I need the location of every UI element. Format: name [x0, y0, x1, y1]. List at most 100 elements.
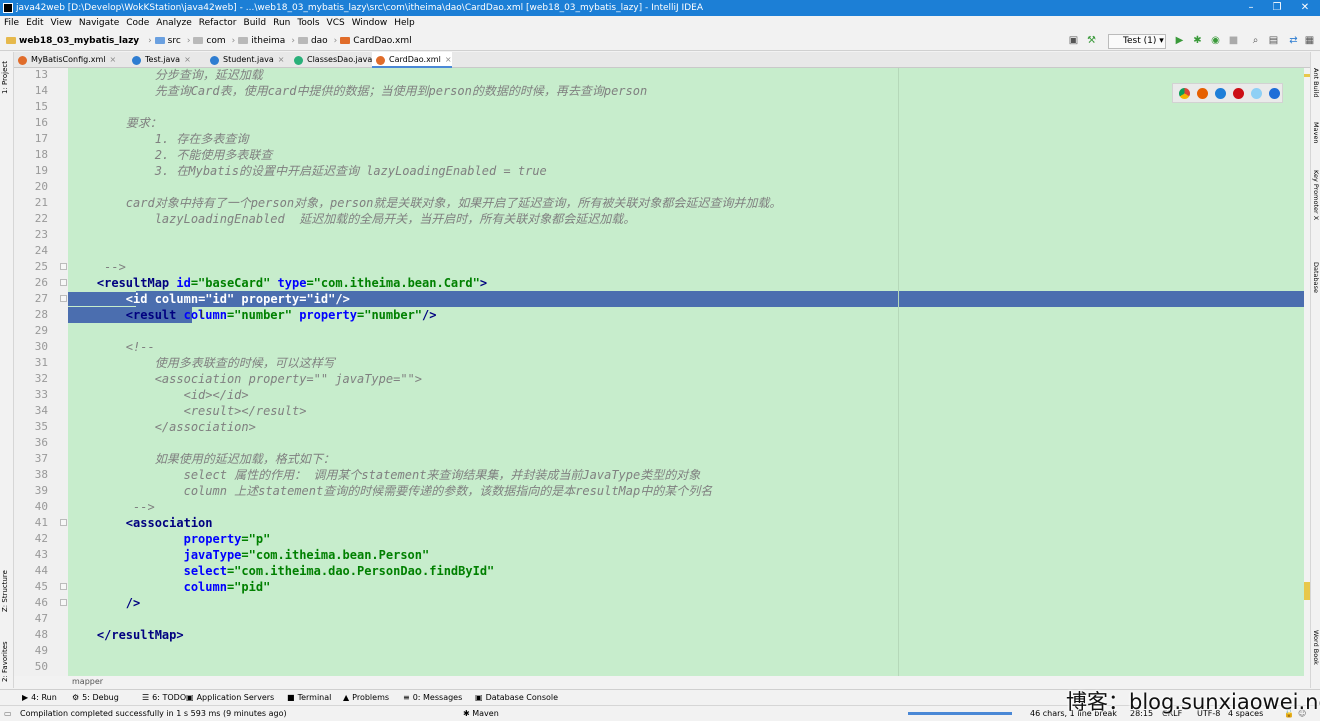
- tool-tab-application-servers[interactable]: ▣ Application Servers: [186, 690, 274, 706]
- code-line: card对象中持有了一个person对象，person就是关联对象，如果开启了延…: [68, 195, 1304, 211]
- close-tab-icon[interactable]: ×: [110, 55, 117, 64]
- hammer-icon[interactable]: ⚒: [1086, 35, 1097, 46]
- menu-tools[interactable]: Tools: [297, 18, 319, 28]
- tool-tab-0-messages[interactable]: ≡ 0: Messages: [403, 690, 462, 706]
- right-margin-guide: [898, 68, 899, 676]
- close-tab-icon[interactable]: ×: [184, 55, 191, 64]
- nav-crumb-src[interactable]: src: [154, 31, 181, 51]
- code-token: >: [479, 276, 488, 290]
- run-configuration-select[interactable]: Test (1) ▾: [1108, 34, 1166, 49]
- tool-tab-problems[interactable]: ▲ Problems: [343, 690, 389, 706]
- menu-file[interactable]: File: [4, 18, 19, 28]
- nav-crumb-carddao-xml[interactable]: CardDao.xml: [340, 31, 412, 51]
- maven-tool-tab[interactable]: Maven: [1312, 122, 1320, 144]
- fold-marker-icon[interactable]: [60, 279, 67, 286]
- line-number: 21: [34, 196, 48, 209]
- editor-tab-classesdao-java[interactable]: ClassesDao.java×: [290, 52, 383, 68]
- editor-tab-mybatisconfig-xml[interactable]: MyBatisConfig.xml ×: [14, 52, 126, 68]
- project-tool-tab[interactable]: 1: Project: [1, 61, 9, 94]
- safari-icon[interactable]: [1215, 88, 1226, 99]
- editor-scrollbar[interactable]: [1304, 68, 1310, 676]
- internet-explorer-icon[interactable]: [1251, 88, 1262, 99]
- minimize-button[interactable]: –: [1238, 0, 1264, 16]
- menu-run[interactable]: Run: [273, 18, 290, 28]
- fold-marker-icon[interactable]: [60, 599, 67, 606]
- tool-tab-4-run[interactable]: ▶ 4: Run: [22, 690, 57, 706]
- ant-build-tool-tab[interactable]: Ant Build: [1312, 68, 1320, 98]
- nav-crumb-dao[interactable]: dao: [297, 31, 328, 51]
- menu-analyze[interactable]: Analyze: [156, 18, 191, 28]
- breadcrumb-separator: ›: [148, 36, 152, 46]
- sdk-icon[interactable]: ▦: [1304, 35, 1315, 46]
- edge-icon[interactable]: [1269, 88, 1280, 99]
- chrome-icon[interactable]: [1179, 88, 1190, 99]
- database-tool-tab[interactable]: Database: [1312, 262, 1320, 293]
- stop-icon[interactable]: ■: [1228, 35, 1239, 46]
- code-line-text: select 属性的作用： 调用某个statement来查询结果集，并封装成当前…: [68, 468, 701, 482]
- debug-icon[interactable]: ✱: [1192, 35, 1203, 46]
- fold-marker-icon[interactable]: [60, 263, 67, 270]
- tool-tab-6-todo[interactable]: ☰ 6: TODO: [142, 690, 186, 706]
- code-token: select 属性的作用： 调用某个statement来查询结果集，并封装成当前…: [68, 468, 701, 482]
- menu-navigate[interactable]: Navigate: [79, 18, 119, 28]
- tab-label: Student.java: [223, 55, 274, 64]
- code-line-text: 使用多表联查的时候，可以这样写: [68, 356, 335, 370]
- nav-crumb-label: dao: [310, 36, 328, 46]
- menu-window[interactable]: Window: [352, 18, 388, 28]
- translate-icon[interactable]: ⇄: [1288, 35, 1299, 46]
- tool-icon: ☰: [142, 693, 150, 702]
- fold-marker-icon[interactable]: [60, 295, 67, 302]
- maximize-button[interactable]: ❐: [1264, 0, 1290, 16]
- menu-code[interactable]: Code: [126, 18, 149, 28]
- build-icon[interactable]: ▣: [1068, 35, 1079, 46]
- nav-crumb-com[interactable]: com: [193, 31, 226, 51]
- key-promoter-tool-tab[interactable]: Key Promoter X: [1312, 170, 1320, 220]
- nav-crumb-label: CardDao.xml: [353, 36, 412, 46]
- fold-marker-icon[interactable]: [60, 583, 67, 590]
- code-token: ="com.itheima.dao.PersonDao.findById": [226, 564, 495, 578]
- breadcrumb-mapper[interactable]: mapper: [72, 677, 103, 686]
- nav-crumb-itheima[interactable]: itheima: [238, 31, 285, 51]
- code-editor[interactable]: 分步查询，延迟加载 先查询Card表，使用card中提供的数据；当使用到pers…: [68, 68, 1304, 676]
- menu-refactor[interactable]: Refactor: [199, 18, 237, 28]
- tool-tab-terminal[interactable]: ■ Terminal: [287, 690, 331, 706]
- fold-marker-icon[interactable]: [60, 519, 67, 526]
- menu-view[interactable]: View: [51, 18, 72, 28]
- editor-tab-test-java[interactable]: Test.java ×: [128, 52, 204, 68]
- favorites-tool-tab[interactable]: 2: Favorites: [1, 641, 9, 682]
- status-layout-icon[interactable]: ▭: [4, 706, 12, 721]
- opera-icon[interactable]: [1233, 88, 1244, 99]
- code-line: property="p": [68, 531, 1304, 547]
- close-tab-icon[interactable]: ×: [278, 55, 285, 64]
- close-tab-icon[interactable]: ×: [445, 55, 452, 64]
- line-number: 23: [34, 228, 48, 241]
- menu-help[interactable]: Help: [394, 18, 415, 28]
- project-structure-icon[interactable]: ▤: [1268, 35, 1279, 46]
- line-number: 50: [34, 660, 48, 673]
- code-line-text: <id column="id" property="id"/>: [68, 292, 350, 306]
- nav-project[interactable]: web18_03_mybatis_lazy: [6, 31, 139, 51]
- editor-tab-carddao-xml[interactable]: CardDao.xml ×: [372, 52, 452, 68]
- tool-tab-database-console[interactable]: ▣ Database Console: [475, 690, 558, 706]
- code-token: javaType: [183, 548, 242, 562]
- editor-tab-student-java[interactable]: Student.java ×: [206, 52, 288, 68]
- menu-vcs[interactable]: VCS: [327, 18, 345, 28]
- run-icon[interactable]: ▶: [1174, 35, 1185, 46]
- structure-tool-tab[interactable]: Z: Structure: [1, 570, 9, 612]
- line-number: 29: [34, 324, 48, 337]
- line-number: 43: [34, 548, 48, 561]
- tool-tab-5-debug[interactable]: ⚙ 5: Debug: [72, 690, 119, 706]
- maven-status[interactable]: ✱ Maven: [463, 706, 499, 721]
- menu-edit[interactable]: Edit: [26, 18, 43, 28]
- tab-label: MyBatisConfig.xml: [31, 55, 106, 64]
- text-cursor-icon: I: [200, 308, 204, 321]
- coverage-icon[interactable]: ◉: [1210, 35, 1221, 46]
- menu-build[interactable]: Build: [244, 18, 267, 28]
- menu-bar: File Edit View Navigate Code Analyze Refactor B…: [0, 16, 1320, 31]
- firefox-icon[interactable]: [1197, 88, 1208, 99]
- line-number: 45: [34, 580, 48, 593]
- word-book-tool-tab[interactable]: Word Book: [1312, 630, 1320, 665]
- search-everywhere-icon[interactable]: ⌕: [1250, 35, 1261, 46]
- close-button[interactable]: ✕: [1292, 0, 1318, 16]
